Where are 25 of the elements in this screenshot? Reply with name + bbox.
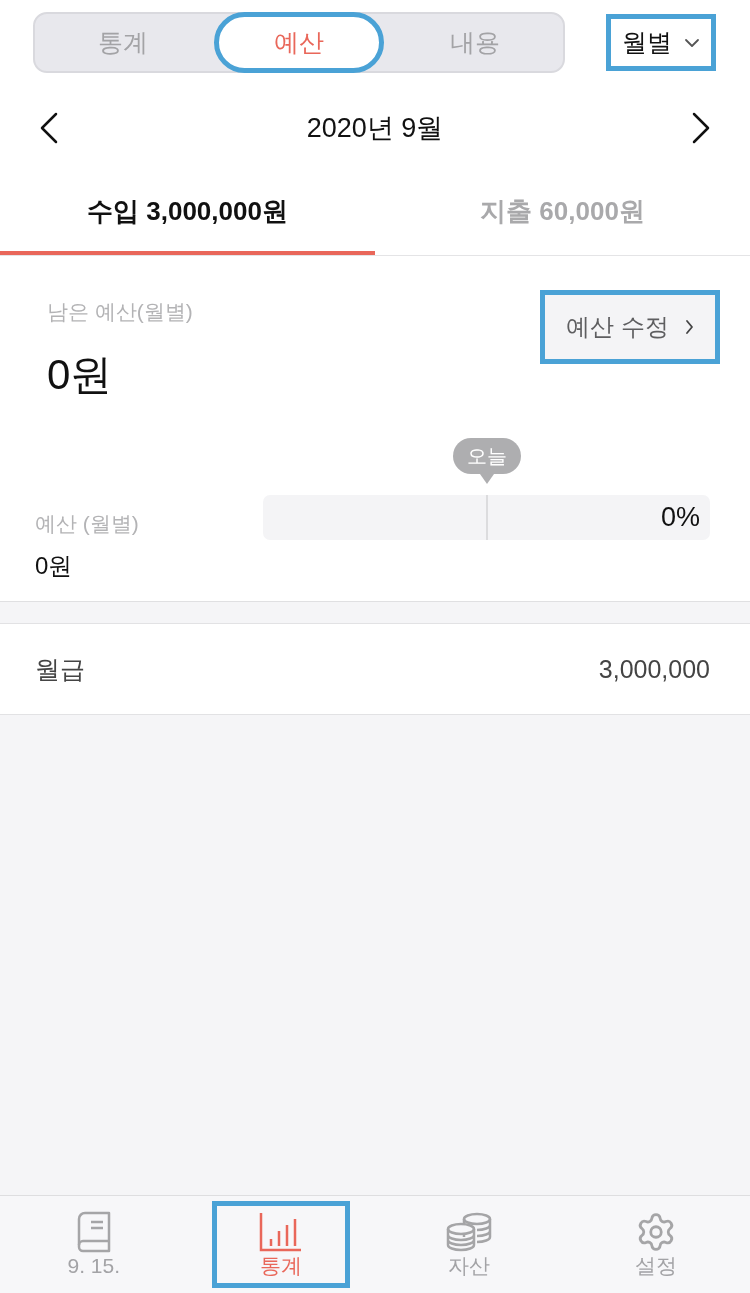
segment-tab[interactable]: 예산 xyxy=(214,12,384,73)
next-month-icon xyxy=(692,112,710,144)
nav-item[interactable]: 통계 xyxy=(212,1201,351,1288)
entry-amount: 3,000,000 xyxy=(598,654,710,684)
nav-item[interactable]: 9. 15. xyxy=(24,1201,163,1288)
budget-amount: 0원 xyxy=(35,551,74,581)
entry-name: 월급 xyxy=(35,653,85,685)
chevron-down-icon xyxy=(684,37,700,48)
remaining-budget-label: 남은 예산(월별) xyxy=(47,299,193,325)
coins-icon xyxy=(444,1212,493,1252)
chevron-right-icon xyxy=(684,319,694,335)
bar-chart-icon xyxy=(259,1211,304,1253)
previous-month-icon xyxy=(40,112,58,144)
progress-percent: 0% xyxy=(660,502,700,533)
remaining-budget-amount: 0원 xyxy=(47,350,114,400)
budget-label: 예산 (월별) xyxy=(35,511,140,537)
nav-item[interactable]: 설정 xyxy=(587,1201,726,1288)
segment-tab[interactable]: 통계 xyxy=(38,12,208,73)
segment-tab[interactable]: 내용 xyxy=(390,12,560,73)
period-dropdown[interactable]: 월별 xyxy=(606,14,716,71)
nav-item[interactable]: 자산 xyxy=(399,1201,538,1288)
edit-budget-button[interactable]: 예산 수정 xyxy=(540,290,720,364)
month-title: 2020년 9월 xyxy=(306,112,444,145)
summary-tab[interactable]: 지출 60,000원 xyxy=(375,180,750,255)
today-tooltip: 오늘 xyxy=(452,438,521,484)
